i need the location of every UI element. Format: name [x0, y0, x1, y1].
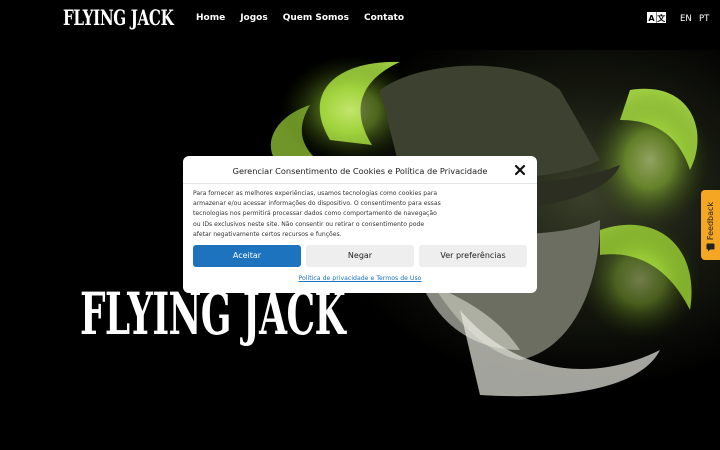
cookie-dialog-body: Para fornecer as melhores experiências, … [193, 190, 441, 238]
view-preferences-button[interactable]: Ver preferências [419, 245, 527, 267]
dialog-divider [183, 183, 537, 184]
cookie-consent-dialog: Gerenciar Consentimento de Cookies e Pol… [183, 156, 537, 293]
cookie-dialog-title: Gerenciar Consentimento de Cookies e Pol… [232, 166, 488, 176]
accept-button[interactable]: Aceitar [193, 245, 301, 267]
deny-button[interactable]: Negar [306, 245, 414, 267]
close-icon[interactable] [514, 164, 526, 176]
feedback-icon [706, 243, 715, 252]
policy-links: Política de privacidade e Termos de Uso [183, 275, 537, 282]
feedback-tab[interactable]: Feedback [701, 190, 720, 260]
terms-of-use-link[interactable]: Termos de Uso [376, 275, 421, 282]
privacy-policy-link[interactable]: Política de privacidade [299, 275, 369, 282]
